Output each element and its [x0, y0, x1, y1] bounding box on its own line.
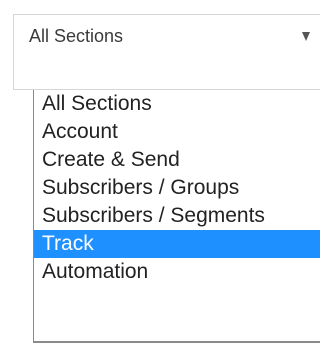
- option-create-send[interactable]: Create & Send: [34, 146, 320, 174]
- option-automation[interactable]: Automation: [34, 258, 320, 286]
- section-select-value: All Sections: [29, 26, 124, 46]
- option-all-sections[interactable]: All Sections: [34, 90, 320, 118]
- option-account[interactable]: Account: [34, 118, 320, 146]
- triangle-down-icon[interactable]: [302, 32, 310, 41]
- option-track[interactable]: Track: [34, 230, 320, 258]
- option-subscribers-segments[interactable]: Subscribers / Segments: [34, 202, 320, 230]
- section-dropdown-list[interactable]: All Sections Account Create & Send Subsc…: [33, 90, 320, 343]
- option-subscribers-groups[interactable]: Subscribers / Groups: [34, 174, 320, 202]
